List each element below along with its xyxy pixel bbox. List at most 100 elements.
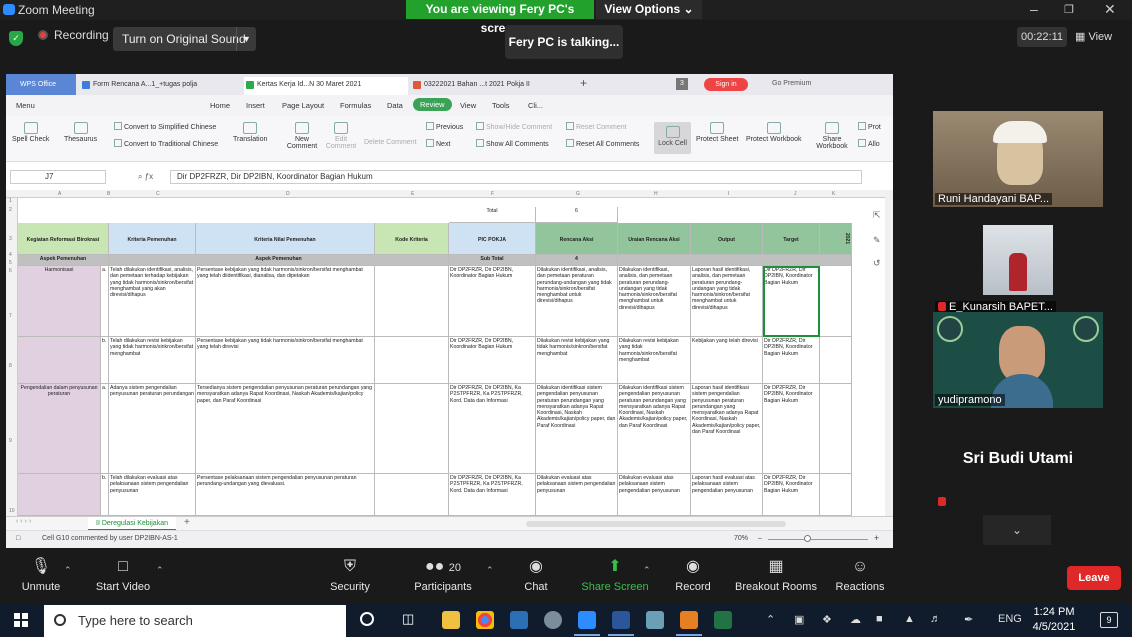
language-indicator[interactable]: ENG	[998, 613, 1022, 625]
rencana-cell[interactable]: Dilakukan revisi kebijakan yang tidak ha…	[536, 337, 618, 384]
reactions-button[interactable]: ☺ Reactions	[832, 557, 888, 593]
target-cell-selected[interactable]: Dir DP2FRZR, Dir DP2IBN, Koordinator Bag…	[763, 266, 820, 337]
participants-caret-icon[interactable]: ⌃	[486, 565, 494, 576]
start-video-button[interactable]: □ Start Video	[92, 557, 154, 593]
target-cell[interactable]: Dir DP2FRZR, Dir DP2IBN, Koordinator Bag…	[763, 337, 820, 384]
app-icon[interactable]	[544, 611, 562, 629]
zoom-slider[interactable]	[768, 539, 868, 540]
row-header[interactable]: 5	[9, 260, 12, 266]
dropbox-icon[interactable]: ❖	[822, 613, 832, 626]
col-header-f[interactable]: F	[491, 191, 494, 197]
audio-options-caret-icon[interactable]: ⌃	[64, 565, 72, 576]
participant-tile-kunarsih[interactable]: E_Kunarsih BAPET...	[933, 219, 1103, 315]
menu-item-review[interactable]: Review	[413, 98, 452, 111]
header-kegiatan[interactable]: Kegiatan Reformasi Birokrasi	[18, 223, 109, 255]
total-label-cell[interactable]: Total	[449, 207, 536, 223]
word-icon[interactable]	[608, 611, 634, 636]
menu-item-tools[interactable]: Tools	[492, 101, 510, 110]
participant-tile-runi[interactable]: Runi Handayani BAP...	[933, 111, 1103, 207]
col-header-k[interactable]: K	[832, 191, 835, 197]
notification-center-icon[interactable]: 9	[1100, 612, 1118, 628]
share-screen-button[interactable]: ⬆ Share Screen	[580, 557, 650, 593]
header-target[interactable]: Target	[763, 223, 820, 255]
row-header[interactable]: 1	[9, 198, 12, 204]
sheet-nav-arrows-icon[interactable]: ‹ ‹ › ›	[16, 518, 31, 525]
header-kriteria-pemenuhan[interactable]: Kriteria Pemenuhan	[109, 223, 196, 255]
calculator-icon[interactable]	[510, 611, 528, 629]
pic-cell[interactable]: Dir DP2FRZR, Dir DP2IBN, Ka P2STPFRZR, K…	[449, 474, 536, 516]
year-cell[interactable]	[820, 337, 852, 384]
letter-cell[interactable]: b.	[101, 337, 109, 384]
security-shield-icon[interactable]: ✓	[9, 31, 23, 46]
zoom-app-icon[interactable]	[574, 611, 600, 636]
tray-app-icon[interactable]: ▣	[794, 613, 804, 626]
uraian-cell[interactable]: Dilakukan evaluasi atas pelaksanaan sist…	[618, 474, 691, 516]
horizontal-scrollbar[interactable]	[526, 521, 786, 527]
row-header[interactable]: 7	[9, 313, 12, 319]
app-icon[interactable]	[646, 611, 664, 629]
menu-item-formulas[interactable]: Formulas	[340, 101, 371, 110]
taskbar-clock[interactable]: 1:24 PM 4/5/2021	[1025, 605, 1083, 635]
breakout-rooms-button[interactable]: ▦ Breakout Rooms	[734, 557, 818, 593]
sub-total-label-cell[interactable]: Sub Total	[449, 255, 536, 266]
reset-all-comments-button[interactable]: Reset All Comments	[566, 139, 639, 148]
kegiatan-cell[interactable]: Pengendalian dalam penyusunan peraturan	[18, 384, 101, 474]
pic-cell[interactable]: Dir DP2FRZR, Dir DP2IBN, Ka P2STPFRZR, K…	[449, 384, 536, 474]
col-header-e[interactable]: E	[411, 191, 414, 197]
year-cell[interactable]	[820, 384, 852, 474]
menu-item-view[interactable]: View	[460, 101, 476, 110]
output-cell[interactable]: Kebijakan yang telah direvisi	[691, 337, 763, 384]
chrome-icon[interactable]	[476, 611, 494, 629]
add-sheet-icon[interactable]: +	[184, 517, 190, 528]
excel-icon[interactable]	[714, 611, 732, 629]
target-cell[interactable]: Dir DP2FRZR, Dir DP2IBN, Koordinator Bag…	[763, 384, 820, 474]
row-header[interactable]: 9	[9, 438, 12, 444]
close-icon[interactable]: ✕	[1104, 1, 1116, 18]
delete-comment-button[interactable]: Delete Comment	[364, 139, 417, 146]
tab-form-rencana[interactable]: Form Rencana A...1_+tugas polja	[80, 77, 240, 95]
aspek-pemenuhan-merged-cell[interactable]: Aspek Pemenuhan	[109, 255, 449, 266]
output-cell[interactable]: Laporan hasil evaluasi atas pelaksanaan …	[691, 474, 763, 516]
edit-comment-button[interactable]: Edit Comment	[324, 122, 358, 150]
file-explorer-icon[interactable]	[442, 611, 460, 629]
wps-app-icon[interactable]	[676, 611, 702, 636]
rencana-cell[interactable]: Dilakukan identifikasi sistem pengendali…	[536, 384, 618, 474]
participants-button[interactable]: ●● 20 Participants	[410, 557, 476, 593]
total-value-cell[interactable]: 6	[536, 207, 618, 223]
participant-tile-yudipramono[interactable]: yudipramono	[933, 312, 1103, 408]
kegiatan-cell[interactable]	[18, 337, 101, 384]
row-header[interactable]: 3	[9, 236, 12, 242]
minimize-icon[interactable]: –	[1030, 1, 1038, 17]
sheet-tab-deregulasi[interactable]: II Deregulasi Kebijakan	[88, 517, 176, 531]
maximize-icon[interactable]: ❐	[1064, 3, 1074, 16]
view-button[interactable]: ▦ View	[1075, 27, 1112, 47]
to-traditional-button[interactable]: Convert to Traditional Chinese	[114, 139, 218, 148]
to-simplified-button[interactable]: Convert to Simplified Chinese	[114, 122, 216, 131]
show-hide-comment-button[interactable]: Show/Hide Comment	[476, 122, 552, 131]
menu-item-page-layout[interactable]: Page Layout	[282, 101, 324, 110]
taskbar-search-input[interactable]: Type here to search	[44, 605, 346, 637]
menu-item-menu[interactable]: Menu	[16, 101, 35, 110]
tab-kertas-kerja[interactable]: Kertas Kerja Id...N 30 Maret 2021	[244, 77, 408, 95]
row-header[interactable]: 10	[9, 508, 15, 514]
nilai-cell[interactable]: Tersedianya sistem pengendalian penyusun…	[196, 384, 375, 474]
next-comment-button[interactable]: Next	[426, 139, 450, 148]
col-header-i[interactable]: I	[728, 191, 729, 197]
zoom-in-icon[interactable]: +	[874, 533, 879, 543]
row-header[interactable]: 8	[9, 363, 12, 369]
allow-button[interactable]: Allo	[858, 139, 880, 148]
zoom-level[interactable]: 70%	[734, 535, 748, 542]
row-header[interactable]: 2	[9, 207, 12, 213]
pic-cell[interactable]: Dir DP2FRZR, Dir DP2IBN, Koordinator Bag…	[449, 266, 536, 337]
participant-tile-sri-budi[interactable]: Sri Budi Utami	[933, 414, 1103, 510]
chat-button[interactable]: ◉ Chat	[516, 557, 556, 593]
letter-cell[interactable]: b.	[101, 474, 109, 516]
sub-total-value-cell[interactable]: 4	[536, 255, 618, 266]
row-header[interactable]: 4	[9, 252, 12, 258]
show-all-comments-button[interactable]: Show All Comments	[476, 139, 549, 148]
uraian-cell[interactable]: Dilakukan identifikasi sistem pengendali…	[618, 384, 691, 474]
col-header-h[interactable]: H	[654, 191, 658, 197]
header-year[interactable]: 2021	[820, 223, 852, 255]
menu-item-home[interactable]: Home	[210, 101, 230, 110]
header-rencana-aksi[interactable]: Rencana Aksi	[536, 223, 618, 255]
